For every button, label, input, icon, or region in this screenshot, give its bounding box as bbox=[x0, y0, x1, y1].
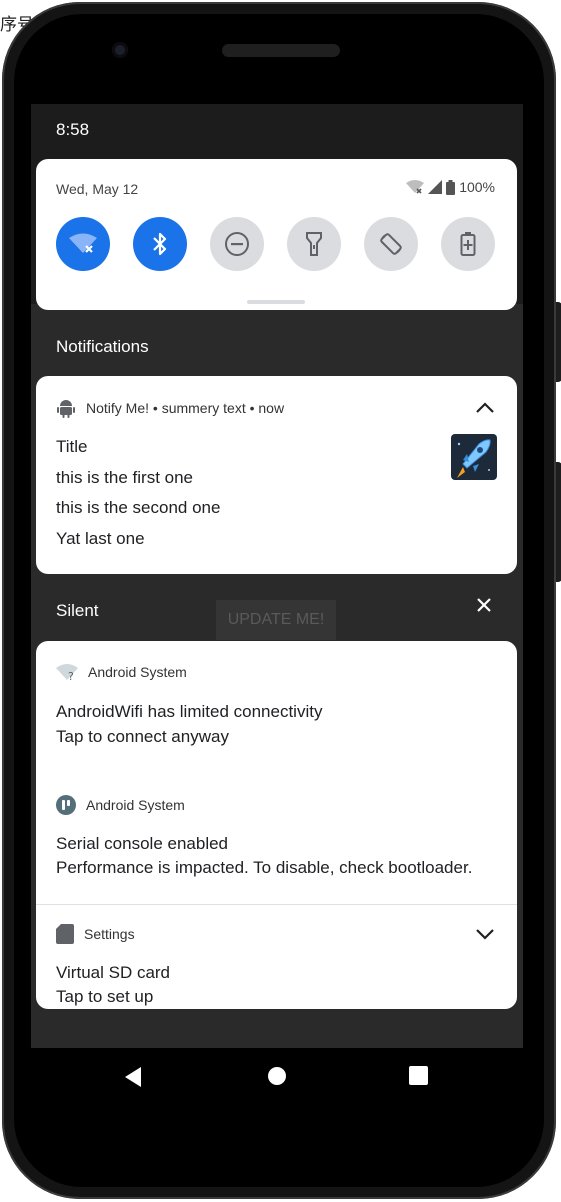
notification-text: Tap to connect anyway bbox=[56, 727, 229, 746]
app-name: Android System bbox=[86, 797, 185, 813]
notifications-header: Notifications bbox=[56, 337, 149, 356]
earpiece-speaker bbox=[222, 44, 340, 57]
navigation-bar bbox=[31, 1048, 523, 1110]
screen: 8:58 UPDATE ME! Wed, May 12 100% Notific… bbox=[31, 104, 523, 1048]
power-button bbox=[556, 302, 561, 382]
notification-title: Virtual SD card bbox=[56, 963, 171, 982]
qs-drag-handle[interactable] bbox=[247, 300, 305, 304]
android-system-icon bbox=[56, 795, 76, 815]
tile-do-not-disturb[interactable] bbox=[210, 217, 264, 271]
qs-tiles bbox=[56, 217, 495, 271]
collapse-chevron-icon[interactable] bbox=[475, 400, 495, 414]
silent-notifications-group: ? Android System AndroidWifi has limited… bbox=[36, 641, 517, 1009]
notification-app-row: Settings bbox=[56, 924, 135, 944]
do-not-disturb-icon bbox=[225, 232, 249, 256]
tile-battery-saver[interactable] bbox=[441, 217, 495, 271]
tile-wifi[interactable] bbox=[56, 217, 110, 271]
volume-button bbox=[556, 462, 561, 582]
wifi-question-icon: ? bbox=[56, 664, 78, 681]
notification-line-2: this is the second one bbox=[56, 498, 221, 517]
auto-rotate-icon bbox=[380, 233, 402, 255]
notification-title: AndroidWifi has limited connectivity bbox=[56, 702, 323, 721]
bluetooth-icon bbox=[153, 232, 167, 256]
battery-saver-icon bbox=[460, 232, 476, 256]
home-icon[interactable] bbox=[267, 1066, 287, 1086]
notification-title: Serial console enabled bbox=[56, 834, 229, 853]
tile-flashlight[interactable] bbox=[287, 217, 341, 271]
expand-chevron-icon[interactable] bbox=[475, 927, 495, 941]
quick-settings-panel: Wed, May 12 100% bbox=[36, 159, 517, 310]
app-name: Android System bbox=[88, 664, 187, 680]
sd-card-icon bbox=[56, 924, 74, 944]
back-icon[interactable] bbox=[123, 1066, 143, 1088]
front-camera bbox=[112, 42, 128, 58]
cell-signal-icon bbox=[428, 180, 443, 194]
android-app-icon bbox=[57, 400, 75, 418]
notification-line-1: this is the first one bbox=[56, 468, 194, 487]
svg-text:?: ? bbox=[68, 670, 74, 681]
battery-percent: 100% bbox=[459, 179, 495, 195]
notification-app-row: ? Android System bbox=[56, 663, 187, 681]
notify-me-notification[interactable]: Notify Me! • summery text • now Title th… bbox=[36, 376, 517, 574]
notification-header-text: Notify Me! • summery text • now bbox=[86, 400, 285, 416]
wifi-off-icon bbox=[69, 233, 97, 253]
status-time: 8:58 bbox=[56, 120, 90, 139]
qs-status-icons: 100% bbox=[406, 179, 495, 195]
app-name: Settings bbox=[84, 926, 135, 942]
tile-auto-rotate[interactable] bbox=[364, 217, 418, 271]
notification-text: Performance is impacted. To disable, che… bbox=[56, 858, 473, 877]
notification-title: Title bbox=[56, 437, 88, 456]
clear-silent-icon[interactable] bbox=[477, 598, 491, 612]
notification-text: Tap to set up bbox=[56, 987, 154, 1006]
silent-header: Silent bbox=[56, 601, 99, 620]
notification-app-row: Notify Me! • summery text • now bbox=[56, 398, 284, 418]
notification-line-3: Yat last one bbox=[56, 529, 145, 548]
recents-icon[interactable] bbox=[409, 1066, 428, 1085]
notification-divider bbox=[36, 904, 517, 905]
tile-bluetooth[interactable] bbox=[133, 217, 187, 271]
flashlight-icon bbox=[306, 232, 322, 256]
qs-date[interactable]: Wed, May 12 bbox=[56, 181, 138, 197]
rocket-large-icon bbox=[451, 434, 497, 480]
notification-app-row: Android System bbox=[56, 795, 185, 815]
battery-icon bbox=[446, 179, 456, 195]
wifi-status-icon bbox=[406, 180, 425, 194]
update-me-button: UPDATE ME! bbox=[216, 600, 336, 640]
